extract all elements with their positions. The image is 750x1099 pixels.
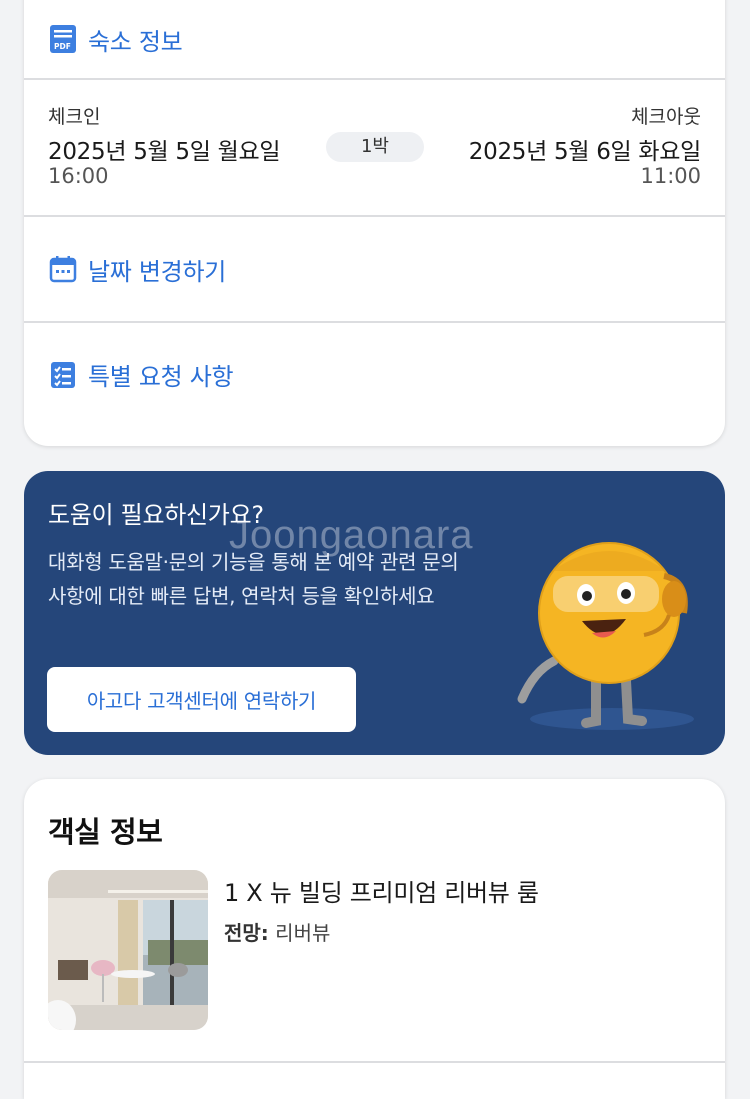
checkin-label: 체크인 — [48, 106, 101, 128]
room-info-card: 객실 정보 1 X 뉴 빌딩 프리미엄 리버뷰 룸 전망: 리버뷰 — [24, 779, 725, 1099]
calendar-icon — [48, 254, 78, 284]
property-info-row[interactable]: PDF 숙소 정보 — [24, 0, 725, 80]
room-view: 전망: 리버뷰 — [224, 917, 330, 946]
contact-customer-center-button[interactable]: 아고다 고객센터에 연락하기 — [47, 667, 356, 732]
room-info-heading: 객실 정보 — [48, 815, 163, 849]
checklist-icon — [48, 360, 78, 390]
watermark: Joongaonara — [229, 513, 474, 557]
booking-details-card: PDF 숙소 정보 체크인 2025년 5월 5일 월요일 16:00 1박 체… — [24, 0, 725, 446]
checkout-time: 11:00 — [640, 164, 701, 188]
room-photo[interactable] — [48, 870, 208, 1030]
pdf-document-icon: PDF — [48, 24, 78, 54]
nights-badge: 1박 — [326, 132, 424, 162]
special-requests-label: 특별 요청 사항 — [88, 363, 234, 391]
room-view-value: 리버뷰 — [275, 921, 331, 945]
svg-text:PDF: PDF — [54, 42, 71, 51]
divider — [24, 1061, 725, 1063]
room-view-label: 전망: — [224, 921, 269, 945]
checkin-date: 2025년 5월 5일 월요일 — [48, 139, 281, 165]
change-dates-button[interactable]: 날짜 변경하기 — [24, 217, 725, 323]
checkout-label: 체크아웃 — [631, 106, 701, 128]
room-name: 1 X 뉴 빌딩 프리미엄 리버뷰 룸 — [224, 879, 539, 907]
help-card: 도움이 필요하신가요? 대화형 도움말·문의 기능을 통해 본 예약 관련 문의… — [24, 471, 725, 755]
property-info-label: 숙소 정보 — [88, 27, 183, 56]
special-requests-button[interactable]: 특별 요청 사항 — [24, 323, 725, 426]
checkout-date: 2025년 5월 6일 화요일 — [468, 139, 702, 165]
change-dates-label: 날짜 변경하기 — [88, 257, 227, 286]
mascot-illustration — [517, 542, 694, 730]
checkin-time: 16:00 — [48, 164, 109, 188]
stay-dates-row: 체크인 2025년 5월 5일 월요일 16:00 1박 체크아웃 2025년 … — [24, 80, 725, 217]
